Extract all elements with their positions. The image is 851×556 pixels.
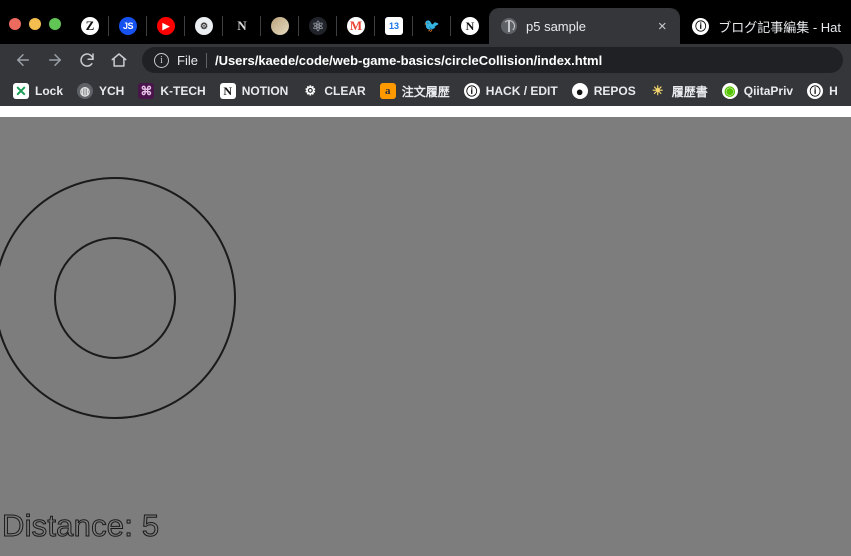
pinned-tab-image[interactable] [261, 8, 299, 44]
omnibox-divider [205, 52, 207, 68]
url-scheme-label: File [177, 52, 198, 68]
pinned-tab-gmail[interactable]: M [337, 8, 375, 44]
hatena-icon: ⓘ [463, 83, 480, 99]
back-button[interactable] [8, 46, 38, 74]
browser-toolbar: i File /Users/kaede/code/web-game-basics… [0, 44, 851, 76]
tab-strip: Z JS ▶ ⚙ N ⚛ M 13 🐦 N p5 sample × ⓘ ブログ記… [0, 0, 851, 44]
bookmark-label: 注文履歴 [401, 84, 450, 99]
pinned-tab-scrapbox[interactable]: ⚙ [185, 8, 223, 44]
maximize-window-button[interactable] [49, 18, 61, 30]
pinned-tab-notion-alt[interactable]: N [223, 8, 261, 44]
page-viewport: Distance: 5 [0, 117, 851, 556]
bookmark-label: Lock [35, 84, 64, 98]
bookmark-item[interactable]: ⓘ H [800, 80, 845, 102]
qiita-icon: ◉ [721, 83, 738, 99]
hatena-icon: ⓘ [807, 83, 824, 99]
tab-title: p5 sample [526, 18, 586, 34]
bookmark-item[interactable]: ⓘ HACK / EDIT [457, 80, 565, 102]
pinned-tab-calendar[interactable]: 13 [375, 8, 413, 44]
bookmark-item[interactable]: N NOTION [213, 80, 296, 102]
youtube-music-icon: ▶ [157, 17, 175, 35]
bookmark-item[interactable]: ✕ Lock [6, 80, 70, 102]
tab-blog-edit[interactable]: ⓘ ブログ記事編集 - Hat [680, 8, 851, 44]
calendar-icon: 13 [385, 17, 403, 35]
image-icon [271, 17, 289, 35]
bookmark-label: 履歴書 [671, 84, 708, 99]
reload-button[interactable] [72, 46, 102, 74]
home-button[interactable] [104, 46, 134, 74]
bookmark-label: H [829, 84, 838, 98]
page-top-strip [0, 106, 851, 117]
close-icon[interactable]: × [654, 19, 670, 34]
scrapbox-icon: ⚙ [195, 17, 213, 35]
pinned-tab-notion[interactable]: N [451, 8, 489, 44]
notion-alt-icon: N [233, 17, 251, 35]
notion-icon: N [219, 83, 236, 99]
window-controls [0, 18, 71, 44]
address-bar[interactable]: i File /Users/kaede/code/web-game-basics… [142, 47, 843, 73]
bookmark-label: K-TECH [160, 84, 206, 98]
forward-button[interactable] [40, 46, 70, 74]
hatena-icon: ⓘ [692, 17, 710, 35]
lightbulb-icon: ☀ [651, 83, 664, 98]
bookmark-label: REPOS [593, 84, 636, 98]
bookmark-label: CLEAR [324, 84, 366, 98]
close-window-button[interactable] [9, 18, 21, 30]
bookmark-item[interactable]: ⌘ K-TECH [131, 80, 212, 102]
slack-icon: ⌘ [138, 83, 155, 99]
info-icon[interactable]: i [154, 52, 169, 68]
bookmarks-bar: ✕ Lock ◍ YCH ⌘ K-TECH N NOTION ⚙ CLEAR a 注文履歴 ⓘ HACK … [0, 76, 851, 106]
distance-label: Distance: 5 [1, 508, 160, 544]
inner-circle [54, 237, 176, 359]
bookmark-label: QiitaPriv [743, 84, 794, 98]
minimize-window-button[interactable] [29, 18, 41, 30]
zenn-icon: Z [81, 17, 99, 35]
pinned-tab-js[interactable]: JS [109, 8, 147, 44]
bookmark-item[interactable]: ◍ YCH [70, 80, 131, 102]
gmail-icon: M [347, 17, 365, 35]
tab-p5-sample[interactable]: p5 sample × [489, 8, 681, 44]
bookmark-item[interactable]: ⚙ CLEAR [295, 80, 372, 102]
react-icon: ⚛ [309, 17, 327, 35]
gear-icon: ⚙ [304, 83, 317, 98]
tab-title: ブログ記事編集 - Hat [718, 19, 841, 35]
pinned-tab-twitter[interactable]: 🐦 [413, 8, 451, 44]
p5-canvas[interactable] [0, 117, 851, 556]
bookmark-item[interactable]: ☀ 履歴書 [643, 80, 715, 103]
bookmark-item[interactable]: ◉ QiitaPriv [715, 80, 800, 102]
pinned-tab-youtube-music[interactable]: ▶ [147, 8, 185, 44]
url-text: /Users/kaede/code/web-game-basics/circle… [214, 52, 603, 68]
globe-icon [501, 18, 517, 34]
pinned-tabs: Z JS ▶ ⚙ N ⚛ M 13 🐦 N [71, 0, 489, 44]
bookmark-label: NOTION [241, 84, 289, 98]
outer-circle [0, 177, 236, 419]
bookmark-item[interactable]: ● REPOS [565, 80, 643, 102]
bookmark-label: YCH [99, 84, 125, 98]
amazon-icon: a [379, 83, 396, 99]
github-icon: ● [571, 83, 588, 99]
js-icon: JS [119, 17, 137, 35]
pinned-tab-react[interactable]: ⚛ [299, 8, 337, 44]
bookmark-item[interactable]: a 注文履歴 [373, 80, 457, 103]
bookmark-label: HACK / EDIT [485, 84, 558, 98]
notion-icon: N [461, 17, 479, 35]
twitter-icon: 🐦 [423, 17, 441, 35]
pinned-tab-zenn[interactable]: Z [71, 8, 109, 44]
lock-icon: ✕ [13, 83, 29, 99]
globe-icon: ◍ [77, 83, 94, 99]
